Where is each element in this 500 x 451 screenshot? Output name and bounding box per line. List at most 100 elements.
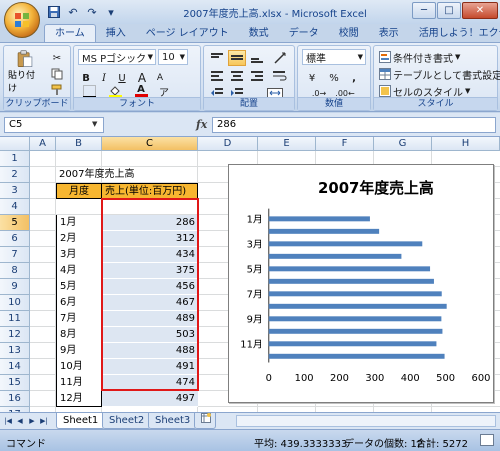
- row-header[interactable]: 7: [0, 247, 30, 263]
- minimize-button[interactable]: ─: [412, 2, 436, 19]
- column-header-a[interactable]: A: [30, 137, 56, 151]
- row-header[interactable]: 14: [0, 359, 30, 375]
- office-button[interactable]: [4, 2, 40, 38]
- row-header[interactable]: 13: [0, 343, 30, 359]
- tab-insert[interactable]: 挿入: [96, 25, 136, 42]
- month-cell[interactable]: 1月: [56, 215, 102, 231]
- horizontal-scrollbar[interactable]: [236, 415, 496, 427]
- sales-cell[interactable]: 489: [102, 311, 198, 327]
- tab-page-layout[interactable]: ページ レイアウト: [136, 25, 239, 42]
- number-format-select[interactable]: 標準 ▼: [302, 49, 366, 65]
- copy-icon[interactable]: [48, 66, 66, 82]
- month-cell[interactable]: 12月: [56, 391, 102, 407]
- month-cell[interactable]: 5月: [56, 279, 102, 295]
- month-cell[interactable]: 7月: [56, 311, 102, 327]
- wrap-text-button[interactable]: [270, 68, 290, 84]
- sales-cell[interactable]: 488: [102, 343, 198, 359]
- month-cell[interactable]: 4月: [56, 263, 102, 279]
- comma-button[interactable]: ,: [346, 70, 362, 86]
- align-left-button[interactable]: [208, 68, 226, 84]
- month-cell[interactable]: 2月: [56, 231, 102, 247]
- paste-button[interactable]: 貼り付け: [8, 50, 42, 94]
- chevron-down-icon[interactable]: ▼: [92, 120, 97, 128]
- normal-view-icon[interactable]: [480, 434, 494, 446]
- sheet-tab-3[interactable]: Sheet3: [148, 413, 198, 429]
- row-header[interactable]: 3: [0, 183, 30, 199]
- row-header[interactable]: 5: [0, 215, 30, 231]
- row-header[interactable]: 16: [0, 391, 30, 407]
- font-name-select[interactable]: MS Pゴシック ▼: [78, 49, 156, 65]
- column-header-c[interactable]: C: [102, 137, 198, 151]
- row-header[interactable]: 1: [0, 151, 30, 167]
- maximize-button[interactable]: □: [437, 2, 461, 19]
- sales-cell[interactable]: 312: [102, 231, 198, 247]
- sales-cell[interactable]: 503: [102, 327, 198, 343]
- row-header[interactable]: 9: [0, 279, 30, 295]
- row-header[interactable]: 6: [0, 231, 30, 247]
- align-center-button[interactable]: [228, 68, 246, 84]
- column-header-d[interactable]: D: [198, 137, 258, 151]
- sales-bar-chart[interactable]: 2007年度売上高 1月 3月 5月 7月 9月 11月 0 100 200 300 400 500…: [228, 164, 494, 403]
- sales-cell[interactable]: 286: [102, 215, 198, 231]
- font-size-select[interactable]: 10 ▼: [158, 49, 188, 65]
- row-header[interactable]: 15: [0, 375, 30, 391]
- next-sheet-icon[interactable]: ▶: [27, 416, 37, 427]
- row-header[interactable]: 2: [0, 167, 30, 183]
- align-right-button[interactable]: [248, 68, 266, 84]
- prev-sheet-icon[interactable]: ◀: [15, 416, 25, 427]
- column-header-b[interactable]: B: [56, 137, 102, 151]
- row-header[interactable]: 10: [0, 295, 30, 311]
- format-painter-icon[interactable]: [48, 82, 66, 98]
- month-cell[interactable]: 9月: [56, 343, 102, 359]
- customize-qat-icon[interactable]: ▾: [103, 4, 119, 20]
- tab-excel-tips[interactable]: 活用しよう！エクセル: [409, 25, 500, 42]
- redo-icon[interactable]: ↷: [84, 4, 100, 20]
- select-all-corner[interactable]: [0, 137, 30, 151]
- header-sales-cell[interactable]: 売上(単位:百万円): [102, 183, 198, 199]
- close-button[interactable]: ✕: [462, 2, 498, 19]
- sales-cell[interactable]: 375: [102, 263, 198, 279]
- insert-sheet-button[interactable]: [194, 413, 216, 429]
- undo-icon[interactable]: ↶: [65, 4, 81, 20]
- sheet-title-cell[interactable]: 2007年度売上高: [56, 167, 137, 183]
- month-cell[interactable]: 6月: [56, 295, 102, 311]
- orientation-button[interactable]: [270, 50, 290, 66]
- sales-cell[interactable]: 434: [102, 247, 198, 263]
- conditional-formatting-button[interactable]: 条件付き書式 ▼: [378, 49, 461, 65]
- column-header-g[interactable]: G: [374, 137, 432, 151]
- align-bottom-button[interactable]: [248, 50, 266, 66]
- save-icon[interactable]: [46, 4, 62, 20]
- row-header[interactable]: 8: [0, 263, 30, 279]
- row-header[interactable]: 4: [0, 199, 30, 215]
- month-cell[interactable]: 10月: [56, 359, 102, 375]
- column-header-h[interactable]: H: [432, 137, 500, 151]
- name-box[interactable]: C5: [4, 117, 104, 133]
- sales-cell[interactable]: 497: [102, 391, 198, 407]
- cut-icon[interactable]: ✂: [48, 50, 66, 66]
- month-cell[interactable]: 3月: [56, 247, 102, 263]
- header-month-cell[interactable]: 月度: [56, 183, 102, 199]
- month-cell[interactable]: 8月: [56, 327, 102, 343]
- sales-cell[interactable]: 491: [102, 359, 198, 375]
- tab-review[interactable]: 校閲: [329, 25, 369, 42]
- sales-cell[interactable]: 474: [102, 375, 198, 391]
- last-sheet-icon[interactable]: ▶|: [39, 416, 49, 427]
- sales-cell[interactable]: 467: [102, 295, 198, 311]
- row-header[interactable]: 11: [0, 311, 30, 327]
- insert-function-icon[interactable]: fx: [196, 118, 207, 131]
- tab-formulas[interactable]: 数式: [239, 25, 279, 42]
- align-middle-button[interactable]: [228, 50, 246, 66]
- align-top-button[interactable]: [208, 50, 226, 66]
- currency-button[interactable]: ¥: [302, 70, 322, 86]
- column-header-f[interactable]: F: [316, 137, 374, 151]
- tab-home[interactable]: ホーム: [44, 24, 96, 42]
- formula-input[interactable]: 286: [212, 117, 496, 133]
- sheet-tab-1[interactable]: Sheet1: [56, 413, 106, 429]
- month-cell[interactable]: 11月: [56, 375, 102, 391]
- tab-view[interactable]: 表示: [369, 25, 409, 42]
- sales-cell[interactable]: 456: [102, 279, 198, 295]
- column-header-e[interactable]: E: [258, 137, 316, 151]
- sheet-tab-2[interactable]: Sheet2: [102, 413, 152, 429]
- percent-button[interactable]: %: [326, 70, 342, 86]
- format-as-table-button[interactable]: テーブルとして書式設定 ▼: [378, 66, 500, 82]
